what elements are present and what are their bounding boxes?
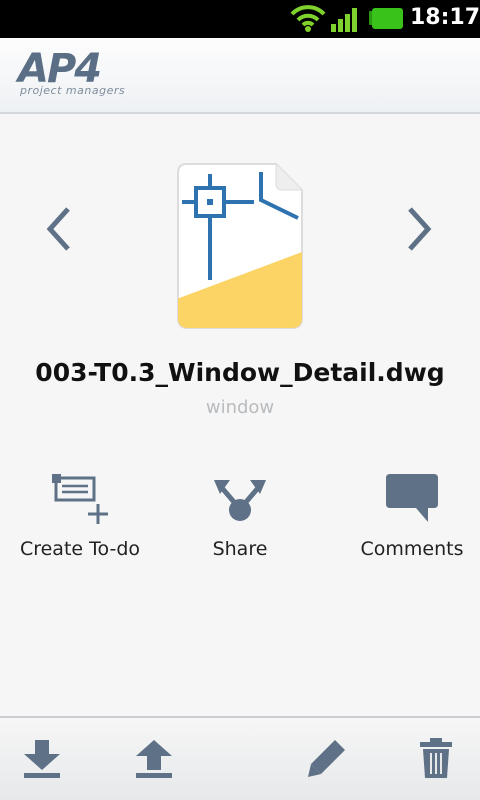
share-label: Share (212, 538, 268, 560)
share-button[interactable]: Share (160, 470, 320, 570)
logo-sub-text: project managers (20, 84, 126, 97)
create-todo-button[interactable]: Create To-do (0, 470, 160, 570)
edit-icon[interactable] (305, 736, 349, 780)
download-icon[interactable] (20, 736, 64, 780)
battery-icon (369, 8, 403, 29)
share-icon (214, 480, 266, 521)
chevron-left-icon[interactable] (44, 205, 74, 253)
comments-label: Comments (360, 538, 464, 560)
dwg-file-icon (177, 163, 303, 329)
create-todo-icon (52, 474, 108, 524)
app-screen: 18:17 AP4 project managers 003-T0.3_Wind… (0, 0, 480, 800)
chevron-right-icon[interactable] (404, 205, 434, 253)
delete-icon[interactable] (414, 736, 458, 780)
upload-icon[interactable] (132, 736, 176, 780)
ap4-logo: AP4 project managers (18, 46, 168, 100)
app-header: AP4 project managers (0, 38, 480, 114)
file-name: 003-T0.3_Window_Detail.dwg (35, 358, 445, 387)
status-bar: 18:17 (0, 0, 480, 38)
signal-icon (331, 8, 357, 32)
wifi-icon (290, 5, 326, 32)
comments-icon (386, 474, 438, 522)
clock: 18:17 (410, 5, 480, 30)
comments-button[interactable]: Comments (332, 470, 480, 570)
bottom-toolbar (0, 716, 480, 800)
file-subtitle: window (205, 397, 275, 418)
create-todo-label: Create To-do (19, 538, 141, 560)
